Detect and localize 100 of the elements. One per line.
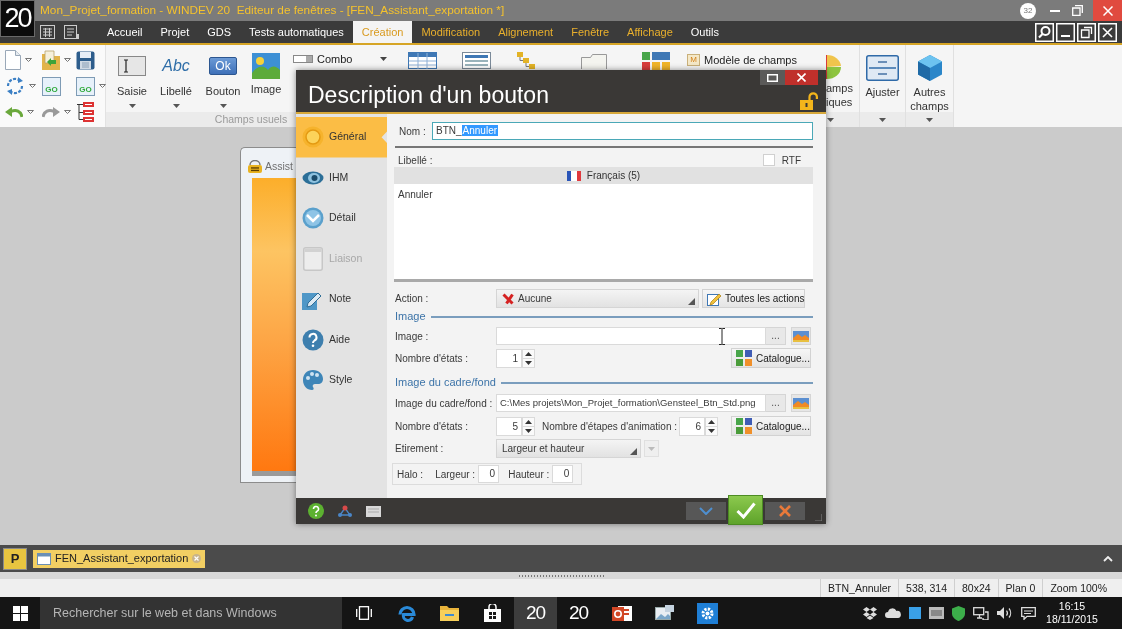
table-icon[interactable] (408, 52, 437, 69)
spinner-arrows[interactable] (522, 416, 535, 436)
clock-time: 16:15 (1058, 600, 1086, 613)
card-icon[interactable] (366, 505, 381, 517)
resize-grip-icon (815, 513, 822, 521)
menu-tab[interactable]: Alignement (489, 21, 563, 43)
close-button[interactable] (785, 70, 818, 85)
ribbon-button[interactable]: Ajuster (860, 45, 906, 127)
language-tab[interactable]: Français (5) (394, 167, 813, 184)
rtf-checkbox[interactable] (762, 154, 775, 166)
pie-chart-icon[interactable] (826, 55, 842, 79)
taskbar-app[interactable]: 20 (514, 597, 557, 629)
spinner-arrows[interactable] (705, 416, 718, 436)
taskbar-app[interactable]: 20 (557, 597, 600, 629)
notification-icon[interactable] (1021, 606, 1036, 620)
open-folder-icon[interactable] (42, 50, 60, 70)
catalogue-button[interactable]: Catalogue... (731, 348, 811, 368)
menu-tab[interactable]: Affichage (618, 21, 682, 43)
window-icon (37, 552, 51, 565)
search-icon[interactable] (1035, 22, 1054, 42)
image-picker-button[interactable] (791, 394, 811, 412)
sidebar-tab[interactable]: Détail (296, 198, 387, 239)
tiles-icon[interactable] (642, 52, 670, 70)
sidebar-tab[interactable]: IHM (296, 157, 387, 198)
project-button[interactable]: P (3, 547, 27, 570)
restore-icon (1071, 5, 1083, 16)
menu-tab[interactable]: Tests automatiques (240, 21, 353, 43)
cloud-icon[interactable] (885, 608, 901, 618)
ribbon-button[interactable]: Autres champs (906, 45, 954, 127)
window-icon (303, 246, 323, 271)
ribbon-button-label[interactable]: amps iques (826, 81, 853, 109)
menu-tab[interactable]: GDS (198, 21, 241, 43)
app-logo: 20 (0, 0, 35, 37)
undo-icon[interactable] (5, 106, 23, 118)
number-field[interactable]: 0 (552, 465, 574, 483)
restore-icon[interactable] (1077, 22, 1096, 42)
flag-icon (566, 170, 581, 181)
resize-grip[interactable] (518, 574, 604, 577)
folder-tab-icon[interactable] (581, 54, 607, 69)
cancel-button[interactable] (765, 502, 805, 520)
help-icon (302, 328, 324, 351)
sidebar-tab[interactable]: Général (296, 117, 387, 158)
browse-button[interactable]: ... (766, 394, 786, 412)
number-field[interactable]: 1 (496, 348, 522, 368)
spinner-arrows[interactable] (522, 348, 535, 368)
ok-button[interactable] (728, 495, 763, 525)
action-dropdown[interactable]: Aucune (496, 289, 699, 308)
sidebar-tab[interactable]: Note (296, 279, 387, 320)
all-actions-button[interactable]: Toutes les actions (702, 289, 805, 308)
volume-icon[interactable] (997, 607, 1013, 619)
menu-tab[interactable]: Modification (412, 21, 490, 43)
ribbon-button[interactable]: Abc Libellé (152, 45, 200, 108)
field-label: Etirement : (395, 442, 445, 456)
caption-field[interactable]: Annuler (394, 184, 813, 282)
help-icon[interactable] (308, 503, 324, 519)
menu-tab[interactable]: Accueil (98, 21, 152, 43)
redo-icon[interactable] (42, 106, 60, 118)
shield-icon[interactable] (952, 605, 965, 621)
unlocked-padlock-icon[interactable] (800, 92, 818, 110)
close-button[interactable] (1093, 0, 1122, 21)
field-model-button[interactable]: M Modèle de champs (687, 52, 797, 69)
checkbox-label: RTF (781, 153, 801, 168)
sync-icon[interactable] (5, 76, 25, 96)
chevron-up-icon[interactable] (1103, 555, 1113, 562)
ring-icon (302, 126, 324, 149)
minimize-icon[interactable] (1056, 22, 1075, 42)
hierarchy-icon[interactable] (76, 102, 94, 122)
image-picker-button[interactable] (791, 327, 811, 345)
search-field[interactable]: Rechercher sur le web et dans Windows (40, 597, 342, 629)
box-icon[interactable] (863, 606, 877, 620)
ribbon-button[interactable]: Saisie (112, 45, 152, 108)
ribbon-button[interactable]: Image (246, 45, 286, 98)
close-icon[interactable] (1098, 22, 1117, 42)
number-field[interactable]: 5 (496, 416, 522, 436)
save-icon[interactable] (76, 50, 95, 70)
combo-button[interactable]: Combo (291, 51, 390, 68)
name-field[interactable]: BTN_Annuler (432, 122, 813, 140)
image-path-field[interactable]: C:\Mes projets\Mon_Projet_formation\Gensteel_Btn_Std.png (496, 394, 766, 412)
network-icon[interactable] (973, 606, 989, 620)
document-tab[interactable]: FEN_Assistant_exportation (33, 549, 205, 568)
field-label: Hauteur : (508, 467, 550, 482)
catalogue-button[interactable]: Catalogue... (731, 416, 811, 436)
settings-icon (697, 602, 718, 624)
maximize-button[interactable] (760, 70, 785, 85)
menu-tab[interactable]: Projet (151, 21, 199, 43)
number-field[interactable]: 6 (679, 416, 705, 436)
grid-window-icon[interactable] (40, 25, 55, 39)
number-field[interactable]: 0 (478, 465, 500, 483)
list-icon[interactable] (462, 52, 491, 69)
menu-tab[interactable]: Outils (681, 21, 728, 43)
browse-button[interactable]: ... (766, 327, 786, 345)
menu-tab[interactable]: Fenêtre (562, 21, 619, 43)
caret-icon (380, 57, 388, 62)
field-label: Largeur : (435, 467, 476, 482)
sidebar-tab[interactable]: Aide (296, 319, 387, 360)
sidebar-tab[interactable]: Style (296, 360, 387, 401)
form-window-icon[interactable] (64, 25, 79, 39)
ribbon-button[interactable]: Ok Bouton (200, 45, 246, 108)
image-path-field[interactable] (496, 327, 766, 345)
stretch-dropdown[interactable]: Largeur et hauteur (496, 439, 641, 458)
